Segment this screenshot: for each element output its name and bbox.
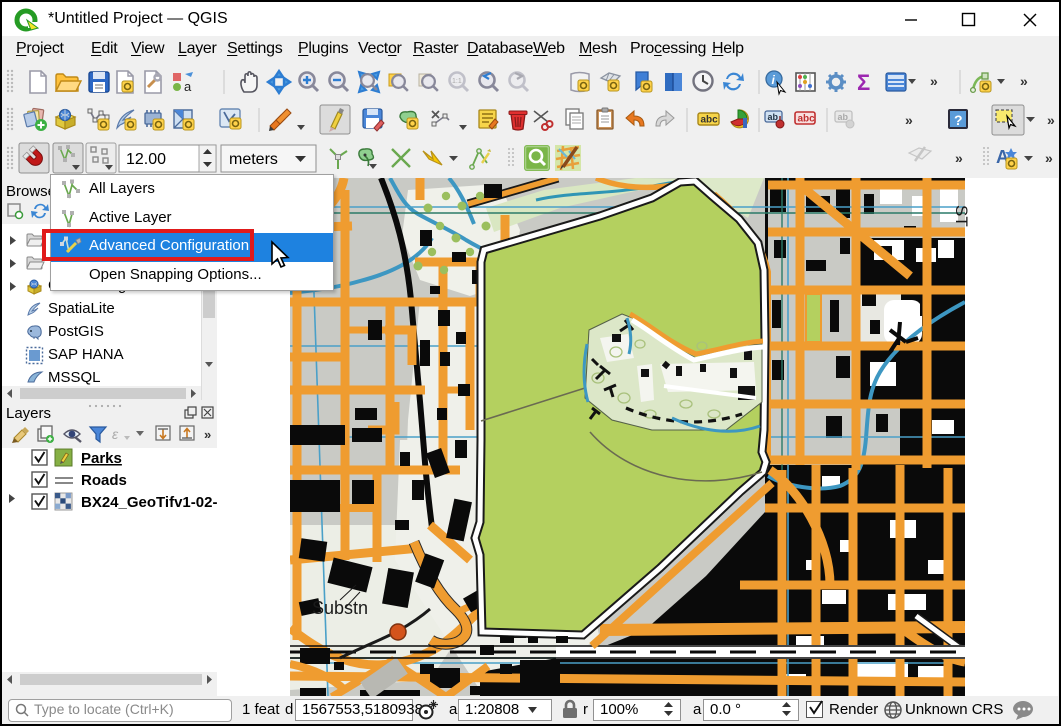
svg-text:abc: abc [701,115,719,126]
svg-text:1:1: 1:1 [452,78,462,85]
svg-text:ab: ab [838,112,849,122]
svg-text:a: a [184,79,192,94]
svg-text:abc: abc [798,114,816,125]
svg-text:»: » [930,73,938,89]
svg-text:12.00: 12.00 [126,151,166,168]
svg-text:ab: ab [768,112,779,122]
svg-text:Substn: Substn [312,598,368,618]
svg-text:»: » [1045,150,1053,166]
svg-text:Σ: Σ [857,70,870,95]
svg-text:meters: meters [229,151,278,168]
svg-text:Roads: Roads [81,472,127,489]
svg-text:ST: ST [952,205,971,227]
svg-text:»: » [1020,73,1028,89]
svg-text:ε: ε [112,426,119,442]
svg-text:SpatiaLite: SpatiaLite [48,300,115,317]
svg-text:MSSQL: MSSQL [48,369,101,386]
svg-text:Parks: Parks [81,450,122,467]
svg-text:»: » [955,150,963,166]
svg-text:SAP HANA: SAP HANA [48,346,124,363]
svg-text:PostGIS: PostGIS [48,323,104,340]
svg-text:BX24_GeoTifv1-02-: BX24_GeoTifv1-02- [81,494,217,511]
svg-text:?: ? [954,112,963,128]
svg-text:»: » [905,112,913,128]
svg-text:»: » [1047,112,1055,128]
svg-text:»: » [204,427,211,442]
